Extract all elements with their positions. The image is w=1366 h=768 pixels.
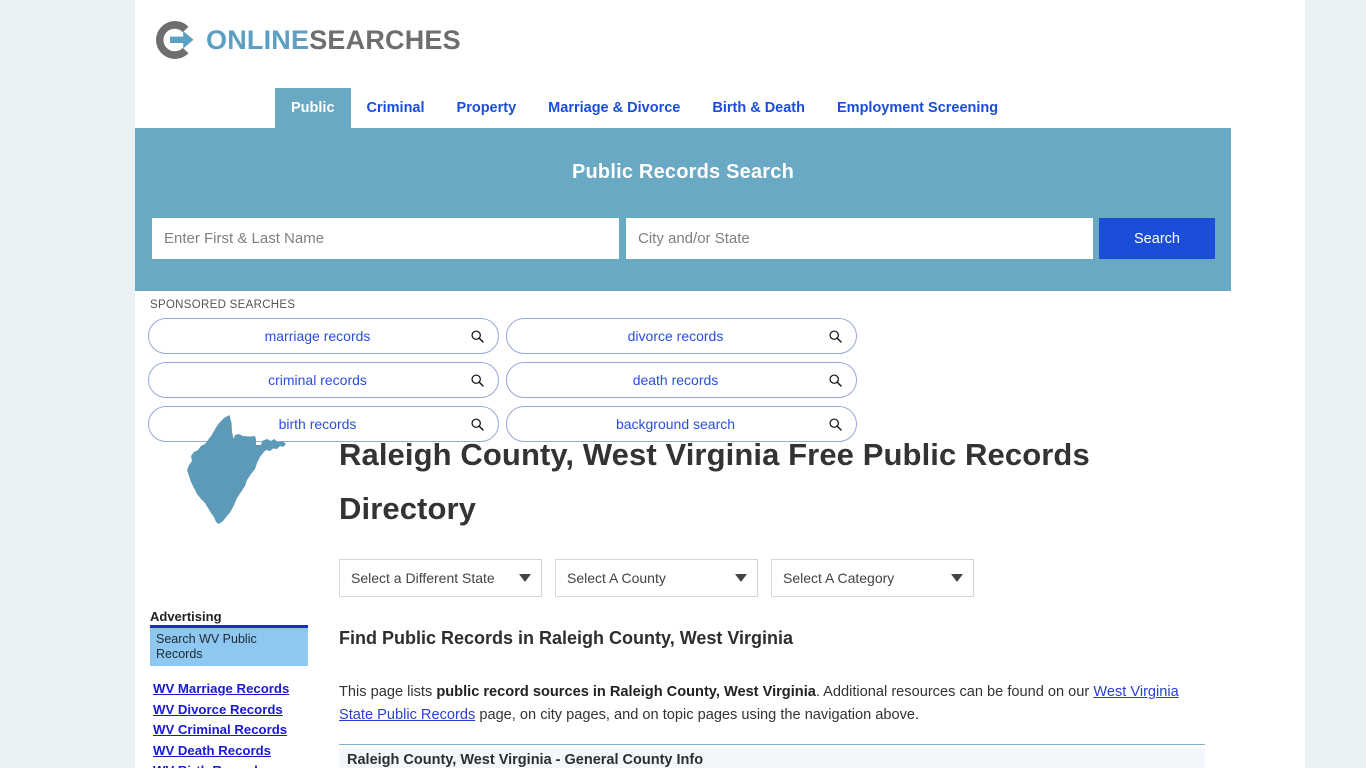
intro-text-part2: . Additional resources can be found on o… bbox=[815, 684, 1094, 700]
city-state-search-input[interactable] bbox=[626, 218, 1093, 259]
section-divider bbox=[339, 744, 1205, 745]
filter-dropdown-row: Select a Different State Select A County… bbox=[339, 559, 974, 597]
west-virginia-state-map-icon bbox=[187, 415, 286, 524]
category-select-label: Select A Category bbox=[783, 570, 895, 586]
banner-title: Public Records Search bbox=[571, 161, 795, 183]
logo-wordmark: ONLINESEARCHES bbox=[206, 24, 461, 55]
nav-tab-property[interactable]: Property bbox=[441, 88, 533, 128]
sponsored-pill-criminal-records[interactable]: criminal records bbox=[148, 362, 499, 398]
chevron-down-icon bbox=[951, 574, 963, 582]
primary-navigation: Public Criminal Property Marriage & Divo… bbox=[135, 88, 1305, 128]
logo-word-searches: SEARCHES bbox=[309, 24, 461, 55]
sponsored-pill-label: marriage records bbox=[264, 328, 371, 344]
intro-text-part1: This page lists bbox=[339, 684, 437, 700]
logo-word-online: ONLINE bbox=[206, 24, 310, 55]
advertising-box-text: Search WV Public Records bbox=[156, 632, 257, 661]
intro-text-part3: page, on city pages, and on topic pages … bbox=[475, 706, 920, 723]
page-root: ONLINESEARCHES Public Criminal Property … bbox=[0, 0, 1366, 768]
sponsored-searches-label: SPONSORED SEARCHES bbox=[150, 299, 296, 311]
sponsored-pill-death-records[interactable]: death records bbox=[506, 362, 857, 398]
county-select-dropdown[interactable]: Select A County bbox=[555, 559, 758, 597]
state-select-label: Select a Different State bbox=[351, 570, 495, 586]
section-heading: Find Public Records in Raleigh County, W… bbox=[339, 628, 794, 648]
magnifier-icon bbox=[464, 329, 490, 344]
nav-tab-birth-death[interactable]: Birth & Death bbox=[696, 88, 821, 128]
intro-paragraph: This page lists public record sources in… bbox=[339, 681, 1205, 726]
intro-text-bold: public record sources in Raleigh County,… bbox=[436, 684, 816, 700]
sidebar-link-wv-death-records[interactable]: WV Death Records bbox=[153, 741, 313, 762]
sidebar-link-wv-divorce-records[interactable]: WV Divorce Records bbox=[153, 700, 313, 721]
circle-arrow-logo-icon bbox=[156, 21, 194, 59]
sponsored-pill-marriage-records[interactable]: marriage records bbox=[148, 318, 499, 354]
nav-tab-public[interactable]: Public bbox=[275, 88, 351, 128]
sponsored-searches-list: marriage records divorce records crimina… bbox=[148, 318, 1214, 442]
name-search-input[interactable] bbox=[152, 218, 619, 259]
table-row[interactable]: Raleigh County, West Virginia - General … bbox=[339, 748, 1205, 768]
magnifier-icon bbox=[822, 373, 848, 388]
chevron-down-icon bbox=[735, 574, 747, 582]
page-title: Raleigh County, West Virginia Free Publi… bbox=[339, 437, 1090, 526]
sidebar-link-wv-criminal-records[interactable]: WV Criminal Records bbox=[153, 720, 313, 741]
site-logo[interactable]: ONLINESEARCHES bbox=[153, 18, 461, 62]
category-select-dropdown[interactable]: Select A Category bbox=[771, 559, 974, 597]
magnifier-icon bbox=[822, 329, 848, 344]
sponsored-pill-label: death records bbox=[632, 372, 719, 388]
public-records-search-banner: Public Records Search Search bbox=[135, 128, 1231, 291]
nav-tab-marriage-divorce[interactable]: Marriage & Divorce bbox=[532, 88, 696, 128]
county-select-label: Select A County bbox=[567, 570, 666, 586]
sidebar-link-wv-marriage-records[interactable]: WV Marriage Records bbox=[153, 679, 313, 700]
sponsored-pill-label: divorce records bbox=[627, 328, 724, 344]
state-select-dropdown[interactable]: Select a Different State bbox=[339, 559, 542, 597]
nav-tab-criminal[interactable]: Criminal bbox=[351, 88, 441, 128]
search-form: Search bbox=[152, 218, 1215, 259]
search-submit-button[interactable]: Search bbox=[1099, 218, 1215, 259]
advertising-label: Advertising bbox=[150, 609, 222, 624]
nav-tab-employment-screening[interactable]: Employment Screening bbox=[821, 88, 1014, 128]
sidebar-link-wv-birth-records[interactable]: WV Birth Records bbox=[153, 761, 313, 768]
sidebar-links-list: WV Marriage Records WV Divorce Records W… bbox=[153, 679, 313, 768]
advertising-box[interactable]: Search WV Public Records bbox=[150, 628, 308, 666]
table-row-label: Raleigh County, West Virginia - General … bbox=[347, 752, 704, 768]
sponsored-pill-label: criminal records bbox=[268, 372, 367, 388]
magnifier-icon bbox=[464, 373, 490, 388]
chevron-down-icon bbox=[519, 574, 531, 582]
sponsored-pill-divorce-records[interactable]: divorce records bbox=[506, 318, 857, 354]
